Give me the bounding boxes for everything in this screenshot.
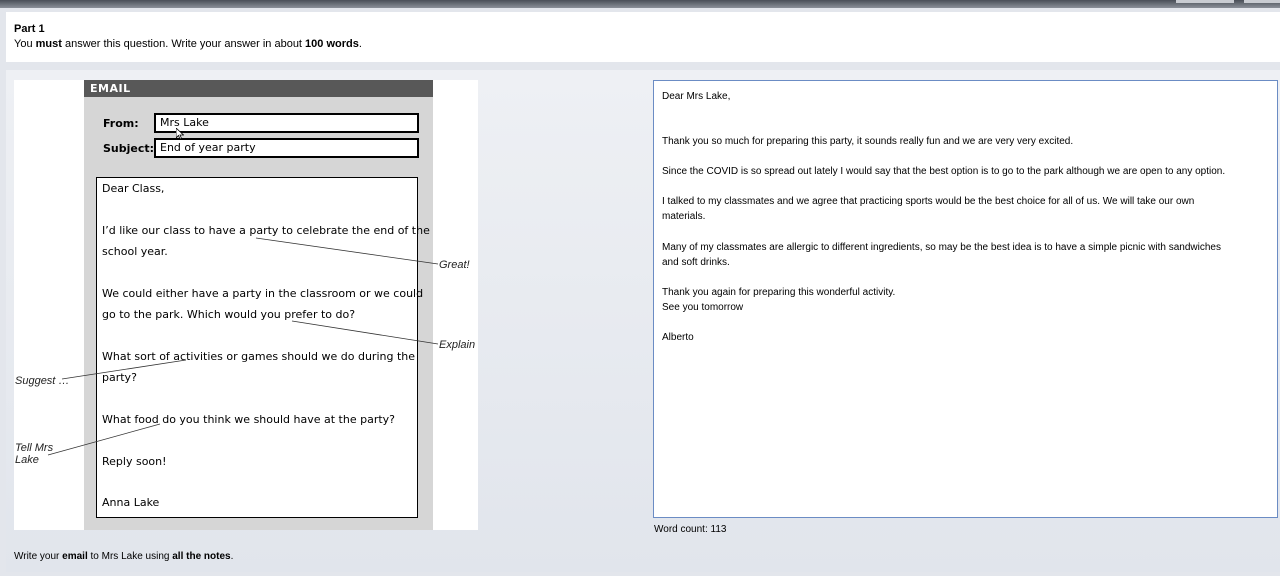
word-count: Word count: 113 <box>654 524 726 535</box>
instruction-text: . <box>358 38 362 50</box>
footer-text: Write your <box>14 551 63 562</box>
instruction-text: answer this question. Write your answer … <box>61 38 306 50</box>
word-count-label: Word count: <box>654 524 708 535</box>
subject-field: End of year party <box>154 138 419 158</box>
email-card-header: EMAIL <box>84 80 433 97</box>
answer-line: Alberto <box>662 332 694 343</box>
window-control-1[interactable] <box>1176 0 1234 3</box>
answer-textarea[interactable]: Dear Mrs Lake, Thank you so much for pre… <box>653 80 1278 518</box>
answer-line: materials. <box>662 211 706 222</box>
instruction-emphasis-words: 100 words <box>305 38 359 50</box>
answer-line: Many of my classmates are allergic to di… <box>662 242 1221 253</box>
from-label: From: <box>103 117 139 130</box>
email-paragraph-line: We could either have a party in the clas… <box>102 287 424 300</box>
email-prompt-card: EMAIL From: Mrs Lake Subject: End of yea… <box>84 80 433 530</box>
email-paragraph-line: What food do you think we should have at… <box>102 413 395 426</box>
word-count-value: 113 <box>710 524 727 535</box>
part-title: Part 1 <box>14 23 45 35</box>
email-greeting: Dear Class, <box>102 182 165 195</box>
question-instruction: You must answer this question. Write you… <box>14 38 362 50</box>
email-paragraph-line: I’d like our class to have a party to ce… <box>102 224 430 237</box>
email-signature: Anna Lake <box>102 496 160 509</box>
answer-line: Thank you so much for preparing this par… <box>662 136 1074 147</box>
footer-text: . <box>230 551 234 562</box>
window-top-strip <box>0 0 1280 8</box>
answer-line: Thank you again for preparing this wonde… <box>662 287 896 298</box>
footer-instruction: Write your email to Mrs Lake using all t… <box>14 551 233 562</box>
footer-text: to Mrs Lake using <box>87 551 173 562</box>
from-field: Mrs Lake <box>154 113 419 133</box>
email-paragraph-line: Reply soon! <box>102 455 167 468</box>
email-paragraph-line: school year. <box>102 245 168 258</box>
note-explain: Explain <box>439 339 476 351</box>
email-paragraph-line: What sort of activities or games should … <box>102 350 416 363</box>
instruction-emphasis-must: must <box>35 38 62 50</box>
answer-line: I talked to my classmates and we agree t… <box>662 196 1195 207</box>
footer-emphasis-notes: all the notes <box>172 551 231 562</box>
answer-line: and soft drinks. <box>662 257 730 268</box>
window-control-2[interactable] <box>1244 0 1280 3</box>
instruction-text: You <box>14 38 36 50</box>
mouse-cursor-icon <box>176 128 184 140</box>
note-tell-line: Lake <box>15 454 39 466</box>
email-body: Dear Class, I’d like our class to have a… <box>96 177 430 518</box>
email-paragraph-line: go to the park. Which would you prefer t… <box>102 308 356 321</box>
footer-emphasis-email: email <box>62 551 88 562</box>
answer-line: Dear Mrs Lake, <box>662 91 731 102</box>
subject-label: Subject: <box>103 142 155 155</box>
question-header: Part 1 You must answer this question. Wr… <box>6 12 1280 62</box>
note-tell-line: Tell Mrs <box>15 442 54 454</box>
answer-line: See you tomorrow <box>662 302 744 313</box>
answer-line: Since the COVID is so spread out lately … <box>662 166 1226 177</box>
email-paragraph-line: party? <box>102 371 137 384</box>
note-suggest: Suggest … <box>15 375 70 387</box>
note-tell-mrs-lake: Tell Mrs Lake <box>15 442 53 466</box>
note-great: Great! <box>439 259 470 271</box>
